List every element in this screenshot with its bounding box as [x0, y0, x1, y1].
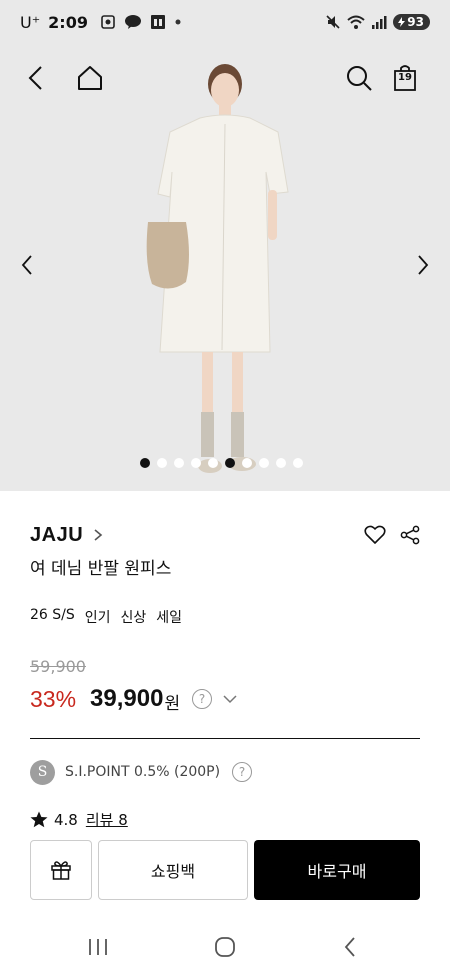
search-button[interactable] [339, 58, 379, 98]
status-right: 93 [325, 14, 430, 30]
product-tags: 26 S/S 인기 신상 세일 [30, 607, 420, 627]
tag-sale: 세일 [156, 610, 183, 626]
star-icon [30, 811, 48, 828]
purchase-actions: 쇼핑백 바로구매 [30, 840, 420, 900]
product-photo [146, 64, 289, 473]
dot-icon [174, 18, 182, 26]
chevron-left-icon [28, 66, 42, 90]
back-arrow-icon [344, 937, 355, 957]
battery-level: 93 [407, 15, 424, 29]
product-image-carousel[interactable]: 19 [0, 44, 450, 491]
tag-season: 26 S/S [30, 607, 75, 623]
carousel-dot[interactable] [140, 458, 150, 468]
back-system-button[interactable] [330, 932, 370, 962]
share-button[interactable] [400, 525, 420, 545]
carousel-dot[interactable] [259, 458, 269, 468]
wifi-icon [347, 14, 365, 30]
review-link[interactable]: 리뷰 8 [86, 809, 128, 830]
carousel-dot[interactable] [208, 458, 218, 468]
carousel-indicators [140, 458, 303, 468]
gift-button[interactable] [30, 840, 92, 900]
status-left: U⁺ 2:09 [20, 13, 182, 32]
carousel-dot[interactable] [157, 458, 167, 468]
gift-icon [51, 861, 71, 880]
top-navigation: 19 [0, 58, 450, 98]
carousel-dot[interactable] [174, 458, 184, 468]
brand-row: JAJU [30, 520, 420, 550]
home-circle-icon [215, 937, 235, 957]
back-button[interactable] [16, 58, 56, 98]
home-button[interactable] [70, 58, 110, 98]
currency-label: 원 [164, 694, 181, 714]
recent-apps-icon [89, 939, 107, 955]
wishlist-button[interactable] [364, 525, 386, 545]
price-row: 33% 39,900 원 ? [30, 682, 420, 716]
chevron-right-icon [418, 255, 429, 275]
price-help-icon[interactable]: ? [192, 689, 213, 709]
point-row: S S.I.POINT 0.5% (200P) ? [30, 759, 420, 785]
tag-popular: 인기 [84, 610, 111, 626]
product-info: JAJU 여 데님 반팔 원피스 26 S/S 인기 신상 세일 59,900 … [30, 520, 420, 830]
discount-rate: 33% [30, 685, 77, 712]
rating-row: 4.8 리뷰 8 [30, 809, 420, 830]
carousel-dot[interactable] [293, 458, 303, 468]
mute-icon [325, 14, 341, 30]
price-expand-button[interactable] [222, 694, 238, 704]
share-icon [400, 525, 420, 545]
carrier-label: U⁺ [20, 12, 41, 32]
shopping-bag-button[interactable]: 쇼핑백 [98, 840, 248, 900]
cart-button[interactable]: 19 [385, 58, 425, 98]
carousel-dot[interactable] [276, 458, 286, 468]
signal-icon [371, 14, 387, 30]
original-price: 59,900 [30, 657, 86, 676]
divider [30, 738, 420, 739]
point-text: S.I.POINT 0.5% (200P) [65, 764, 221, 780]
previous-image-button[interactable] [12, 250, 42, 280]
chevron-left-icon [21, 255, 32, 275]
sale-price: 39,900 [90, 685, 164, 712]
chevron-right-icon[interactable] [93, 528, 103, 542]
point-badge-icon: S [30, 759, 55, 785]
buy-now-button[interactable]: 바로구매 [254, 840, 420, 900]
screenshot-icon [100, 14, 116, 30]
talk-icon [124, 14, 142, 30]
carousel-dot[interactable] [242, 458, 252, 468]
product-title: 여 데님 반팔 원피스 [30, 559, 172, 579]
home-icon [78, 66, 102, 90]
chevron-down-icon [223, 695, 237, 704]
carousel-dot[interactable] [225, 458, 235, 468]
system-navigation-bar [0, 918, 450, 975]
home-system-button[interactable] [205, 932, 245, 962]
next-image-button[interactable] [408, 250, 438, 280]
search-icon [347, 66, 372, 91]
cart-count-badge: 19 [398, 72, 412, 83]
app-icon [150, 14, 166, 30]
recent-apps-button[interactable] [78, 932, 118, 962]
tag-new: 신상 [120, 610, 147, 626]
carousel-dot[interactable] [191, 458, 201, 468]
point-help-icon[interactable]: ? [232, 762, 253, 782]
battery-icon: 93 [393, 14, 430, 30]
rating-score: 4.8 [54, 810, 78, 829]
product-actions [364, 525, 420, 545]
status-bar: U⁺ 2:09 93 [0, 0, 450, 44]
heart-icon [364, 525, 386, 544]
brand-link[interactable]: JAJU [30, 524, 83, 547]
clock: 2:09 [48, 12, 88, 32]
